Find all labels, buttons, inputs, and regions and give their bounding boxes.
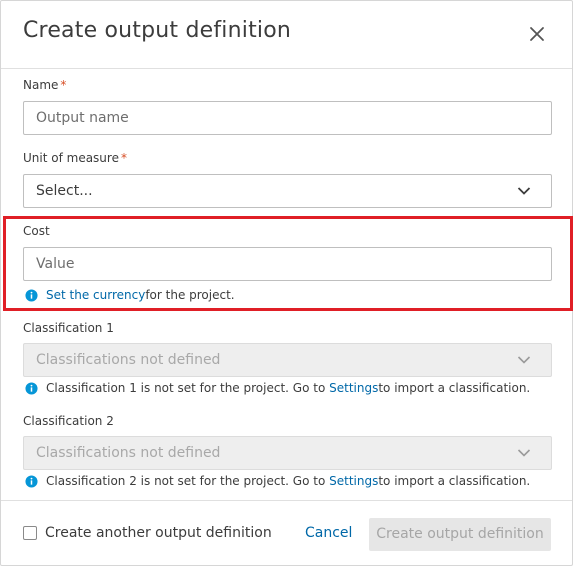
classification1-select: Classifications not defined (23, 343, 552, 377)
dialog-header: Create output definition (1, 1, 572, 69)
create-another-label[interactable]: Create another output definition (45, 525, 272, 541)
unit-label: Unit of measure * (23, 151, 127, 165)
chevron-down-icon (517, 356, 531, 364)
create-output-dialog: Create output definition Name * Output na… (0, 0, 573, 566)
required-marker: * (120, 151, 127, 165)
close-icon[interactable] (528, 25, 546, 43)
create-another-checkbox[interactable] (23, 526, 37, 540)
required-marker: * (60, 78, 67, 92)
settings-link[interactable]: Settings (329, 474, 378, 488)
classification2-select: Classifications not defined (23, 436, 552, 470)
cost-highlight-box (3, 216, 573, 311)
classification2-label: Classification 2 (23, 414, 114, 428)
dialog-title: Create output definition (23, 18, 292, 43)
dialog-footer: Create another output definition Cancel … (1, 500, 572, 567)
chevron-down-icon (517, 187, 531, 195)
classification2-value: Classifications not defined (36, 445, 221, 461)
classification1-info: Classification 1 is not set for the proj… (25, 381, 530, 395)
name-input[interactable]: Output name (23, 101, 552, 135)
name-placeholder: Output name (36, 110, 129, 126)
info-icon (25, 381, 38, 395)
chevron-down-icon (517, 449, 531, 457)
classification1-value: Classifications not defined (36, 352, 221, 368)
info-icon (25, 474, 38, 488)
settings-link[interactable]: Settings (329, 381, 378, 395)
unit-select-value: Select... (36, 183, 93, 199)
cancel-button[interactable]: Cancel (305, 525, 352, 541)
classification1-label: Classification 1 (23, 321, 114, 335)
classification2-info: Classification 2 is not set for the proj… (25, 474, 530, 488)
unit-select[interactable]: Select... (23, 174, 552, 208)
create-output-button[interactable]: Create output definition (369, 518, 551, 551)
name-label: Name * (23, 78, 67, 92)
